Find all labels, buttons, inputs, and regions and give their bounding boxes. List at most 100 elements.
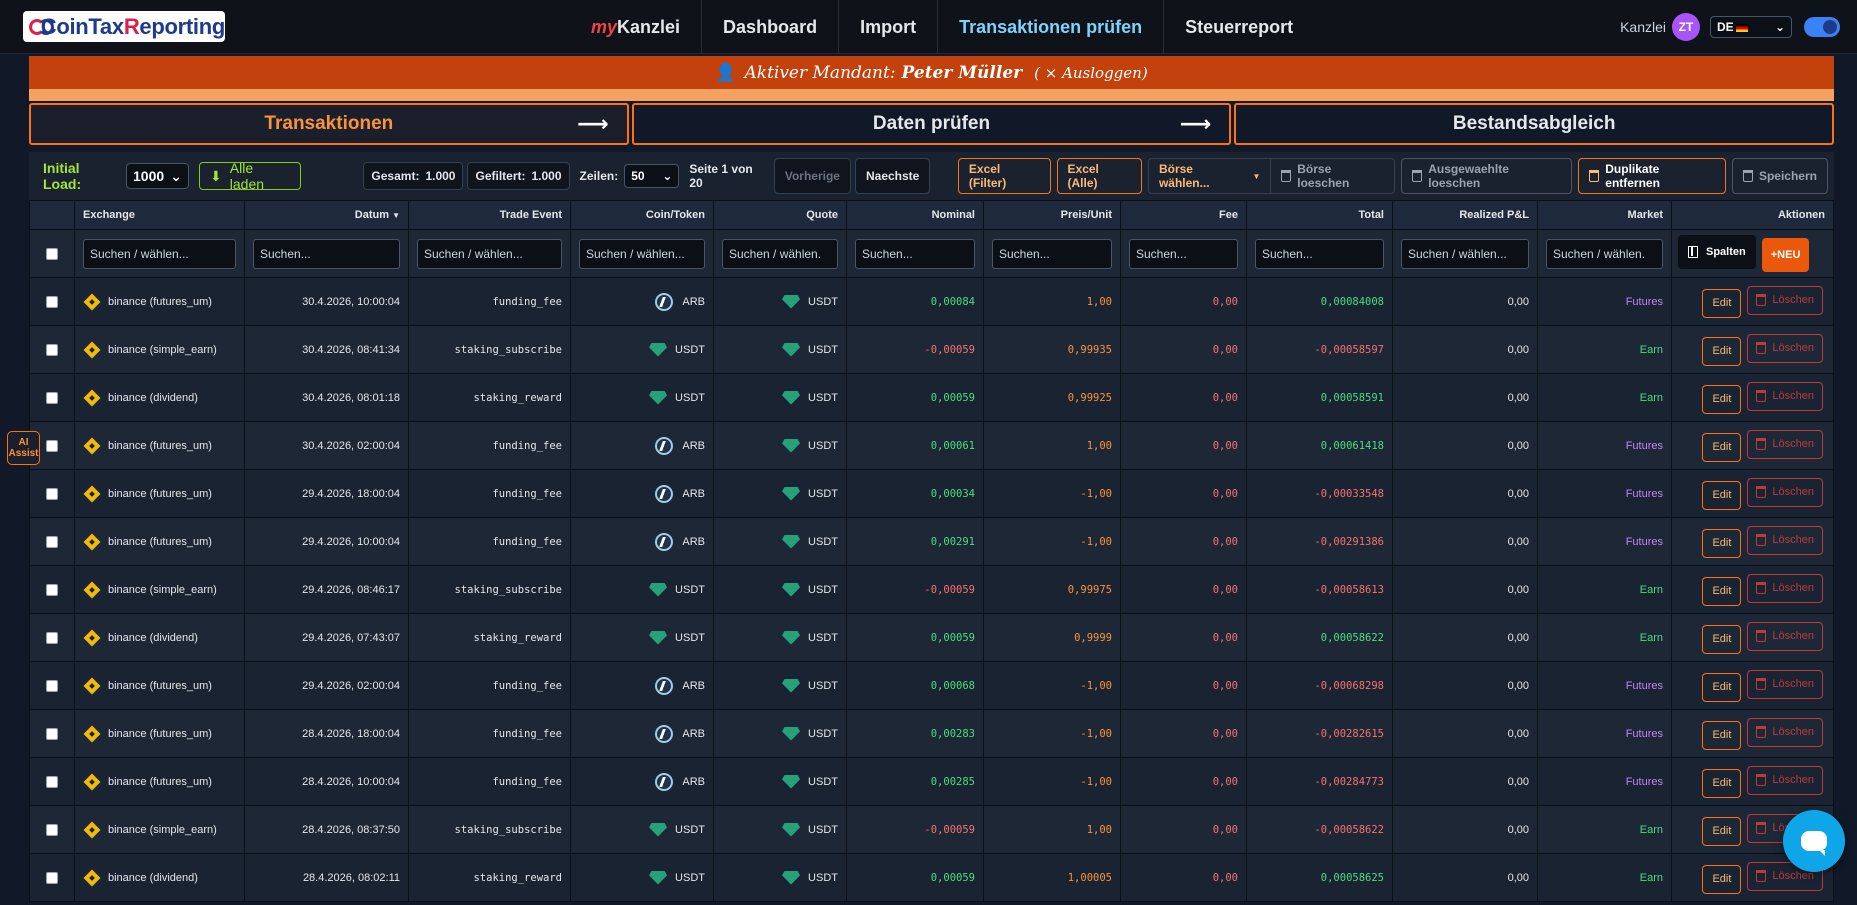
logout-link[interactable]: ( × Ausloggen) xyxy=(1034,64,1148,82)
edit-button[interactable]: Edit xyxy=(1702,816,1742,846)
edit-button[interactable]: Edit xyxy=(1702,624,1742,654)
boerse-loeschen-button[interactable]: Börse loeschen xyxy=(1270,159,1394,193)
avatar[interactable]: ZT xyxy=(1672,13,1700,41)
row-checkbox[interactable] xyxy=(46,679,58,692)
excel-filter-button[interactable]: Excel (Filter) xyxy=(957,158,1051,194)
table-row[interactable]: binance (futures_um) 29.4.2026, 18:00:04 f… xyxy=(29,469,1834,518)
filter-preis[interactable]: Suchen... xyxy=(992,238,1112,269)
table-row[interactable]: binance (simple_earn) 28.4.2026, 08:37:50… xyxy=(29,805,1834,854)
header-total[interactable]: Total xyxy=(1246,200,1393,230)
excel-alle-button[interactable]: Excel (Alle) xyxy=(1056,158,1142,194)
table-row[interactable]: binance (dividend) 30.4.2026, 08:01:18 sta… xyxy=(29,373,1834,422)
nav-import[interactable]: Import xyxy=(838,0,937,54)
ausgewaehlte-loeschen-button[interactable]: Ausgewaehlte loeschen xyxy=(1401,158,1573,194)
edit-button[interactable]: Edit xyxy=(1702,432,1742,462)
edit-button[interactable]: Edit xyxy=(1702,672,1742,702)
filter-market[interactable]: Suchen / wählen. xyxy=(1546,238,1663,269)
table-row[interactable]: binance (futures_um) 29.4.2026, 02:00:04 f… xyxy=(29,661,1834,710)
boerse-select[interactable]: Börse wählen... ▼ xyxy=(1149,159,1271,193)
delete-button[interactable]: Löschen xyxy=(1747,285,1823,315)
edit-button[interactable]: Edit xyxy=(1702,720,1742,750)
delete-button[interactable]: Löschen xyxy=(1747,429,1823,459)
duplikate-entfernen-button[interactable]: Duplikate entfernen xyxy=(1578,158,1726,194)
spalten-button[interactable]: Spalten xyxy=(1678,235,1756,269)
language-select[interactable]: DE ⌄ xyxy=(1710,16,1792,38)
table-row[interactable]: binance (simple_earn) 30.4.2026, 08:41:34… xyxy=(29,325,1834,374)
zeilen-select[interactable]: 50 ⌄ xyxy=(624,164,680,188)
table-row[interactable]: binance (simple_earn) 29.4.2026, 08:46:17… xyxy=(29,565,1834,614)
row-checkbox[interactable] xyxy=(46,295,58,308)
step-bestandsabgleich[interactable]: Bestandsabgleich xyxy=(1234,103,1835,145)
delete-button[interactable]: Löschen xyxy=(1747,477,1823,507)
edit-button[interactable]: Edit xyxy=(1702,768,1742,798)
initial-load-select[interactable]: 1000 ⌄ xyxy=(126,163,190,189)
speichern-button[interactable]: Speichern xyxy=(1731,158,1828,194)
header-nominal[interactable]: Nominal xyxy=(846,200,984,230)
table-row[interactable]: binance (futures_um) 28.4.2026, 18:00:04 f… xyxy=(29,709,1834,758)
row-checkbox[interactable] xyxy=(46,871,58,884)
row-checkbox[interactable] xyxy=(46,391,58,404)
edit-button[interactable]: Edit xyxy=(1702,336,1742,366)
table-row[interactable]: binance (futures_um) 30.4.2026, 10:00:04 f… xyxy=(29,277,1834,326)
neu-button[interactable]: +NEU xyxy=(1761,238,1810,272)
header-fee[interactable]: Fee xyxy=(1120,200,1247,230)
filter-datum[interactable]: Suchen... xyxy=(253,238,400,269)
filter-pnl[interactable]: Suchen / wählen... xyxy=(1401,238,1529,269)
table-row[interactable]: binance (dividend) 29.4.2026, 07:43:07 sta… xyxy=(29,613,1834,662)
edit-button[interactable]: Edit xyxy=(1702,480,1742,510)
row-checkbox[interactable] xyxy=(46,727,58,740)
vorherige-button[interactable]: Vorherige xyxy=(773,158,851,194)
row-checkbox[interactable] xyxy=(46,583,58,596)
edit-button[interactable]: Edit xyxy=(1702,384,1742,414)
row-checkbox[interactable] xyxy=(46,439,58,452)
alle-laden-button[interactable]: ⬇ Alle laden xyxy=(199,160,301,192)
nav-transaktionen-pruefen[interactable]: Transaktionen prüfen xyxy=(937,0,1163,54)
theme-toggle[interactable] xyxy=(1804,17,1840,37)
nav-dashboard[interactable]: Dashboard xyxy=(701,0,838,54)
table-row[interactable]: binance (futures_um) 29.4.2026, 10:00:04 f… xyxy=(29,517,1834,566)
step-daten-pruefen[interactable]: Daten prüfen ⟶ xyxy=(631,103,1232,145)
header-pnl[interactable]: Realized P&L xyxy=(1392,200,1538,230)
delete-button[interactable]: Löschen xyxy=(1747,717,1823,747)
row-checkbox[interactable] xyxy=(46,775,58,788)
filter-fee[interactable]: Suchen... xyxy=(1129,238,1238,269)
filter-total[interactable]: Suchen... xyxy=(1255,238,1384,269)
naechste-button[interactable]: Naechste xyxy=(854,158,931,194)
delete-button[interactable]: Löschen xyxy=(1747,573,1823,603)
header-coin[interactable]: Coin/Token xyxy=(570,200,714,230)
row-checkbox[interactable] xyxy=(46,823,58,836)
filter-nominal[interactable]: Suchen... xyxy=(855,238,975,269)
delete-button[interactable]: Löschen xyxy=(1747,333,1823,363)
ai-assist-button[interactable]: AI Assist xyxy=(7,431,40,465)
delete-button[interactable]: Löschen xyxy=(1747,381,1823,411)
step-transaktionen[interactable]: Transaktionen ⟶ xyxy=(29,103,629,145)
header-market[interactable]: Market xyxy=(1537,200,1672,230)
filter-trade-event[interactable]: Suchen / wählen... xyxy=(417,238,562,269)
row-checkbox[interactable] xyxy=(46,535,58,548)
edit-button[interactable]: Edit xyxy=(1702,576,1742,606)
logo[interactable]: CoinTaxReporting xyxy=(23,11,225,42)
header-quote[interactable]: Quote xyxy=(713,200,847,230)
chat-button[interactable] xyxy=(1783,810,1845,872)
delete-button[interactable]: Löschen xyxy=(1747,765,1823,795)
delete-button[interactable]: Löschen xyxy=(1747,525,1823,555)
header-datum[interactable]: Datum ▼ xyxy=(244,200,409,230)
delete-button[interactable]: Löschen xyxy=(1747,669,1823,699)
header-trade-event[interactable]: Trade Event xyxy=(408,200,571,230)
table-row[interactable]: binance (futures_um) 30.4.2026, 02:00:04 f… xyxy=(29,421,1834,470)
header-exchange[interactable]: Exchange xyxy=(74,200,245,230)
filter-coin[interactable]: Suchen / wählen... xyxy=(579,238,705,269)
edit-button[interactable]: Edit xyxy=(1702,288,1742,318)
filter-quote[interactable]: Suchen / wählen. xyxy=(722,238,838,269)
row-checkbox[interactable] xyxy=(46,631,58,644)
table-row[interactable]: binance (dividend) 28.4.2026, 08:02:11 sta… xyxy=(29,853,1834,902)
delete-button[interactable]: Löschen xyxy=(1747,621,1823,651)
filter-exchange[interactable]: Suchen / wählen... xyxy=(83,238,236,269)
edit-button[interactable]: Edit xyxy=(1702,864,1742,894)
edit-button[interactable]: Edit xyxy=(1702,528,1742,558)
select-all-checkbox[interactable] xyxy=(46,247,58,260)
nav-steuerreport[interactable]: Steuerreport xyxy=(1163,0,1314,54)
row-checkbox[interactable] xyxy=(46,343,58,356)
header-preis[interactable]: Preis/Unit xyxy=(983,200,1121,230)
row-checkbox[interactable] xyxy=(46,487,58,500)
